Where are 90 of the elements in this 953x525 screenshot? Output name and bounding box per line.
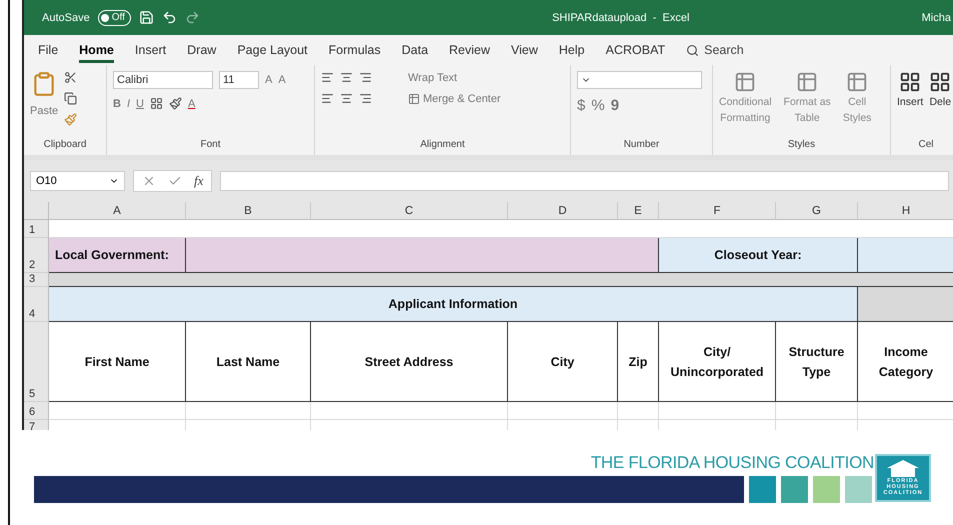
insert-function-button[interactable]: fx — [194, 173, 204, 189]
cell-text: Last Name — [186, 322, 311, 402]
autosave-label: AutoSave — [42, 12, 90, 24]
window-title: SHIPARdataupload - Excel — [551, 12, 690, 24]
cell-text: Zip — [618, 322, 659, 402]
format-painter-icon[interactable] — [64, 113, 78, 126]
paste-button[interactable]: Paste — [30, 105, 58, 117]
grid-icon — [899, 71, 922, 93]
ribbon-tab[interactable]: Formulas — [328, 38, 381, 62]
ribbon-tab[interactable]: Data — [402, 38, 428, 62]
group-label: Clipboard — [42, 139, 88, 152]
group-label: Alignment — [419, 139, 466, 152]
column-header[interactable]: C — [311, 202, 508, 220]
ribbon-tab[interactable]: Page Layout — [237, 38, 308, 62]
align-right-icon[interactable] — [359, 92, 372, 105]
group-label: Cel — [917, 139, 934, 152]
row-header[interactable]: 7 — [24, 420, 49, 430]
cell-text: Street Address — [311, 322, 508, 402]
font-size-field[interactable]: 11 — [219, 71, 259, 89]
fill-color-icon[interactable] — [168, 97, 182, 110]
number-format-field[interactable] — [577, 71, 702, 89]
row-header[interactable]: 1 — [24, 220, 49, 238]
undo-icon[interactable] — [162, 10, 177, 25]
cell-text: City/ Unincorporated — [659, 322, 776, 402]
cut-icon[interactable] — [64, 71, 78, 84]
house-icon — [885, 458, 921, 478]
table-icon — [734, 71, 756, 93]
autosave-toggle[interactable]: Off — [98, 10, 131, 26]
row-header[interactable]: 3 — [24, 273, 49, 287]
align-bottom-icon[interactable] — [359, 71, 372, 84]
ribbon-tab[interactable]: Review — [449, 38, 490, 62]
save-icon[interactable] — [138, 10, 154, 25]
column-header[interactable]: H — [858, 202, 953, 220]
underline-button[interactable]: U — [136, 98, 144, 110]
align-left-icon[interactable] — [321, 92, 334, 105]
ribbon-tab[interactable]: ACROBAT — [606, 38, 666, 62]
column-header[interactable]: E — [618, 202, 659, 220]
percent-button[interactable]: % — [591, 97, 605, 114]
font-color-button[interactable]: A — [188, 98, 196, 110]
search-icon — [686, 44, 700, 56]
row-header[interactable]: 6 — [24, 402, 49, 420]
grid-icon — [929, 71, 952, 93]
group-label: Font — [199, 139, 222, 152]
cell-text: Structure Type — [776, 322, 858, 402]
ribbon-tab[interactable]: File — [38, 38, 58, 62]
borders-icon[interactable] — [150, 97, 163, 110]
column-header[interactable]: B — [186, 202, 311, 220]
cells-button[interactable]: Dele — [929, 71, 952, 109]
search-field[interactable]: Search — [686, 43, 744, 57]
align-center-icon[interactable] — [340, 92, 353, 105]
ribbon-tab[interactable]: Help — [558, 38, 585, 62]
comma-button[interactable]: 9 — [610, 97, 620, 114]
ribbon-tab[interactable]: View — [511, 38, 538, 62]
row-header[interactable]: 5 — [24, 322, 49, 402]
table-icon — [846, 71, 868, 93]
shrink-font-button[interactable]: A — [278, 74, 286, 86]
column-header[interactable]: D — [508, 202, 618, 220]
wrap-text-button[interactable]: Wrap Text — [408, 72, 458, 84]
row-header[interactable]: 2 — [24, 238, 49, 273]
column-header[interactable]: F — [659, 202, 776, 220]
cancel-icon[interactable] — [142, 174, 156, 188]
merge-icon — [408, 92, 420, 104]
cell-text: Closeout Year: — [659, 238, 858, 273]
merge-center-button[interactable]: Merge & Center — [408, 92, 501, 104]
organization-tagline: THE FLORIDA HOUSING COALITION — [590, 452, 874, 472]
font-name-field[interactable]: Calibri — [113, 71, 213, 89]
group-label: Number — [622, 139, 660, 152]
ribbon-tab[interactable]: Insert — [134, 38, 166, 62]
group-label: Styles — [786, 139, 816, 152]
currency-button[interactable]: $ — [577, 97, 586, 114]
align-top-icon[interactable] — [321, 71, 334, 84]
name-box[interactable]: O10 — [30, 171, 125, 191]
italic-button[interactable]: I — [126, 98, 130, 110]
cell-text: City — [508, 322, 618, 402]
formula-input[interactable] — [220, 171, 949, 191]
cell-text: First Name — [49, 322, 186, 402]
bold-button[interactable]: B — [113, 98, 121, 110]
column-header[interactable]: A — [49, 202, 186, 220]
ribbon-tab[interactable]: Draw — [187, 38, 216, 62]
column-header[interactable]: G — [776, 202, 858, 220]
table-icon — [796, 71, 818, 93]
user-name: Micha — [922, 12, 951, 24]
cell-text: Local Government: — [49, 238, 186, 273]
copy-icon[interactable] — [64, 92, 78, 105]
redo-icon[interactable] — [184, 10, 200, 25]
align-middle-icon[interactable] — [340, 71, 353, 84]
cells-button[interactable]: Insert — [897, 71, 924, 109]
grow-font-button[interactable]: A — [265, 74, 272, 86]
row-header[interactable]: 4 — [24, 287, 49, 322]
cell-text: Applicant Information — [49, 287, 858, 322]
